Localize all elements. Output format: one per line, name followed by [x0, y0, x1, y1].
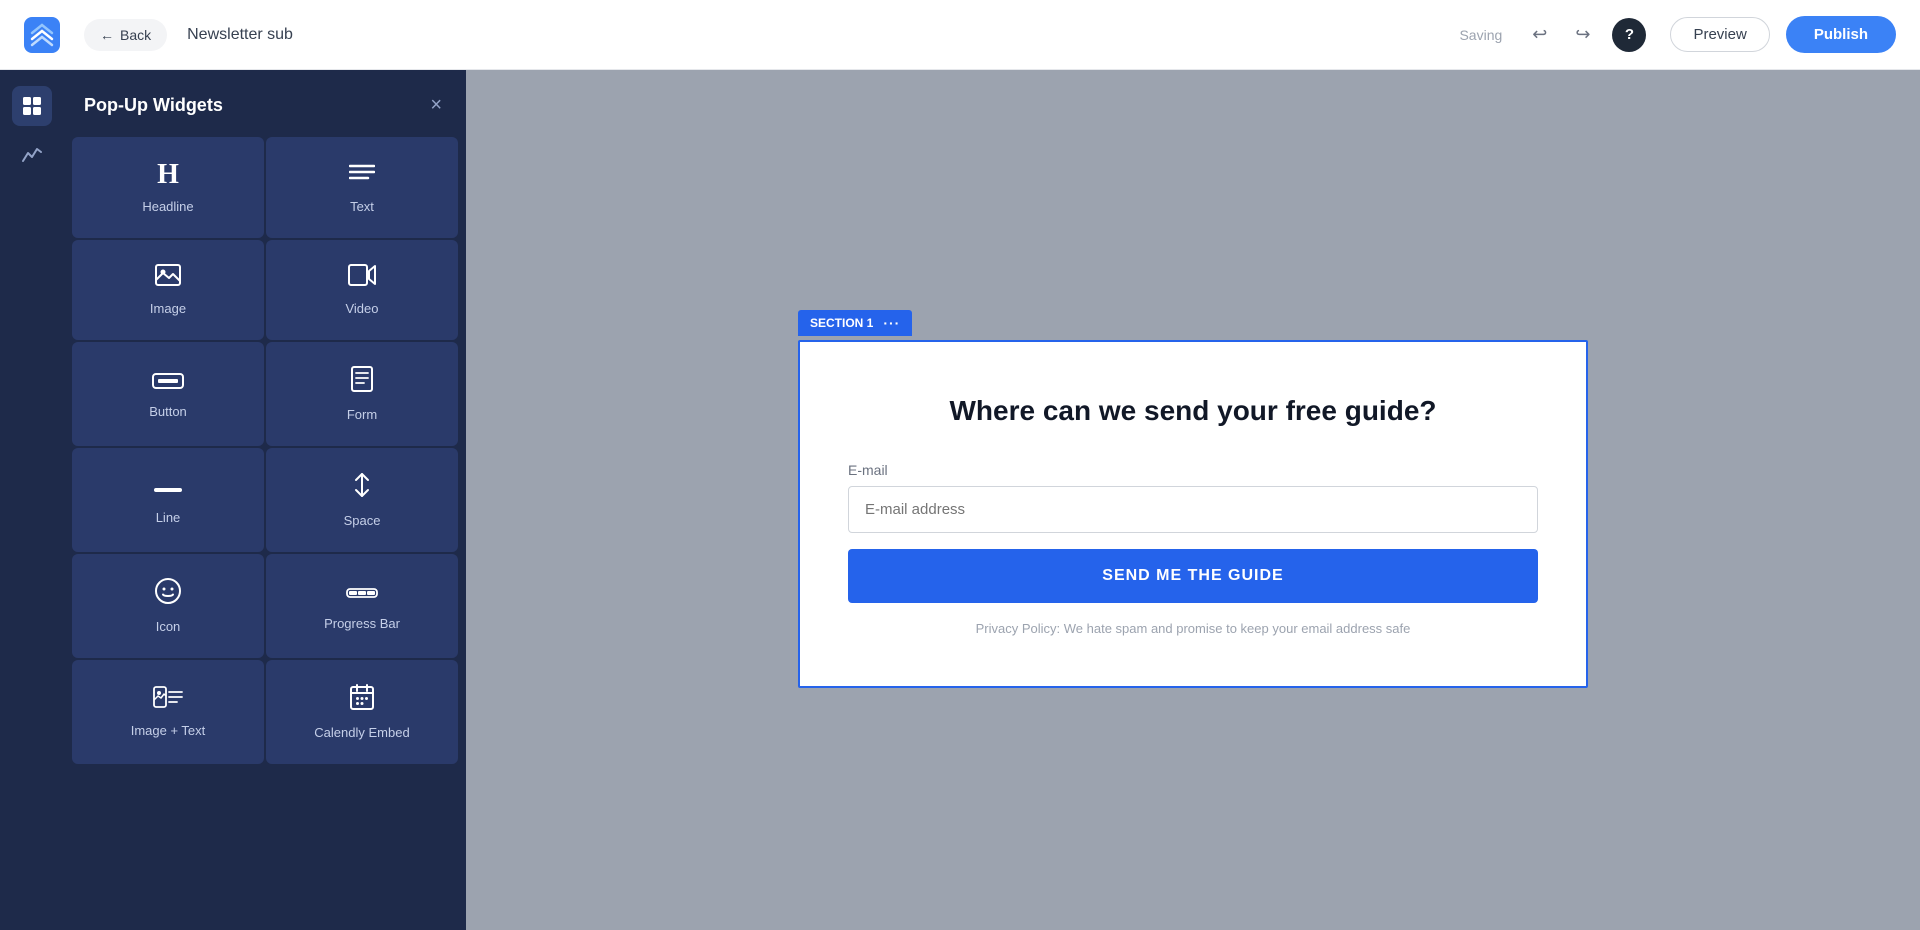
section-options-icon[interactable]: ··· [883, 315, 900, 331]
undo-button[interactable]: ↩ [1526, 18, 1553, 51]
progress-bar-icon [346, 582, 378, 606]
widget-panel-header: Pop-Up Widgets × [64, 70, 466, 137]
help-button[interactable]: ? [1612, 18, 1646, 52]
widget-item-image-text[interactable]: Image + Text [72, 660, 264, 764]
image-text-label: Image + Text [131, 723, 206, 738]
line-label: Line [156, 510, 181, 525]
privacy-text: Privacy Policy: We hate spam and promise… [848, 621, 1538, 636]
email-field-label: E-mail [848, 462, 1538, 478]
widget-item-space[interactable]: Space [266, 448, 458, 552]
text-icon [349, 162, 375, 189]
back-arrow-icon: ← [100, 27, 114, 43]
headline-icon: H [157, 161, 179, 189]
section-label: SECTION 1 [810, 316, 873, 330]
email-input[interactable] [848, 486, 1538, 533]
preview-button[interactable]: Preview [1670, 17, 1769, 52]
widget-item-image[interactable]: Image [72, 240, 264, 340]
widget-item-calendly[interactable]: Calendly Embed [266, 660, 458, 764]
redo-button[interactable]: ↪ [1569, 18, 1596, 51]
widget-panel-close-button[interactable]: × [426, 90, 446, 121]
submit-button[interactable]: SEND ME THE GUIDE [848, 549, 1538, 603]
saving-status: Saving [1459, 27, 1502, 43]
headline-label: Headline [142, 199, 193, 214]
button-label: Button [149, 404, 187, 419]
widget-item-progress-bar[interactable]: Progress Bar [266, 554, 458, 658]
space-icon [351, 472, 373, 503]
widget-panel-title: Pop-Up Widgets [84, 95, 223, 116]
publish-button[interactable]: Publish [1786, 16, 1896, 53]
popup-card: Where can we send your free guide? E-mai… [798, 340, 1588, 688]
video-icon [348, 264, 376, 291]
popup-section-bar: SECTION 1 ··· [798, 310, 912, 336]
space-label: Space [344, 513, 381, 528]
widget-item-icon[interactable]: Icon [72, 554, 264, 658]
widget-item-video[interactable]: Video [266, 240, 458, 340]
app-logo [24, 17, 60, 53]
icon-widget-icon [155, 578, 181, 609]
nav-widgets-icon[interactable] [12, 86, 52, 126]
line-icon [153, 476, 183, 500]
page-title: Newsletter sub [187, 26, 293, 44]
main-layout: Pop-Up Widgets × H Headline Text [0, 70, 1920, 930]
calendly-label: Calendly Embed [314, 725, 409, 740]
side-nav [0, 70, 64, 930]
canvas-area: SECTION 1 ··· Where can we send your fre… [466, 70, 1920, 930]
nav-analytics-icon[interactable] [12, 134, 52, 174]
widget-item-button[interactable]: Button [72, 342, 264, 446]
form-icon [351, 366, 373, 397]
calendly-icon [350, 684, 374, 715]
popup-heading: Where can we send your free guide? [848, 392, 1538, 430]
widget-item-text[interactable]: Text [266, 137, 458, 238]
image-text-icon [153, 686, 183, 713]
widget-panel: Pop-Up Widgets × H Headline Text [64, 70, 466, 930]
widget-item-headline[interactable]: H Headline [72, 137, 264, 238]
popup-wrapper: SECTION 1 ··· Where can we send your fre… [798, 312, 1588, 688]
text-label: Text [350, 199, 374, 214]
video-label: Video [345, 301, 378, 316]
form-label: Form [347, 407, 377, 422]
button-icon [152, 370, 184, 394]
back-button[interactable]: ← Back [84, 19, 167, 51]
back-label: Back [120, 27, 151, 43]
image-label: Image [150, 301, 186, 316]
widget-item-line[interactable]: Line [72, 448, 264, 552]
icon-label: Icon [156, 619, 181, 634]
widget-grid: H Headline Text [64, 137, 466, 772]
image-icon [155, 264, 181, 291]
widget-item-form[interactable]: Form [266, 342, 458, 446]
topbar: ← Back Newsletter sub Saving ↩ ↪ ? Previ… [0, 0, 1920, 70]
progress-bar-label: Progress Bar [324, 616, 400, 631]
